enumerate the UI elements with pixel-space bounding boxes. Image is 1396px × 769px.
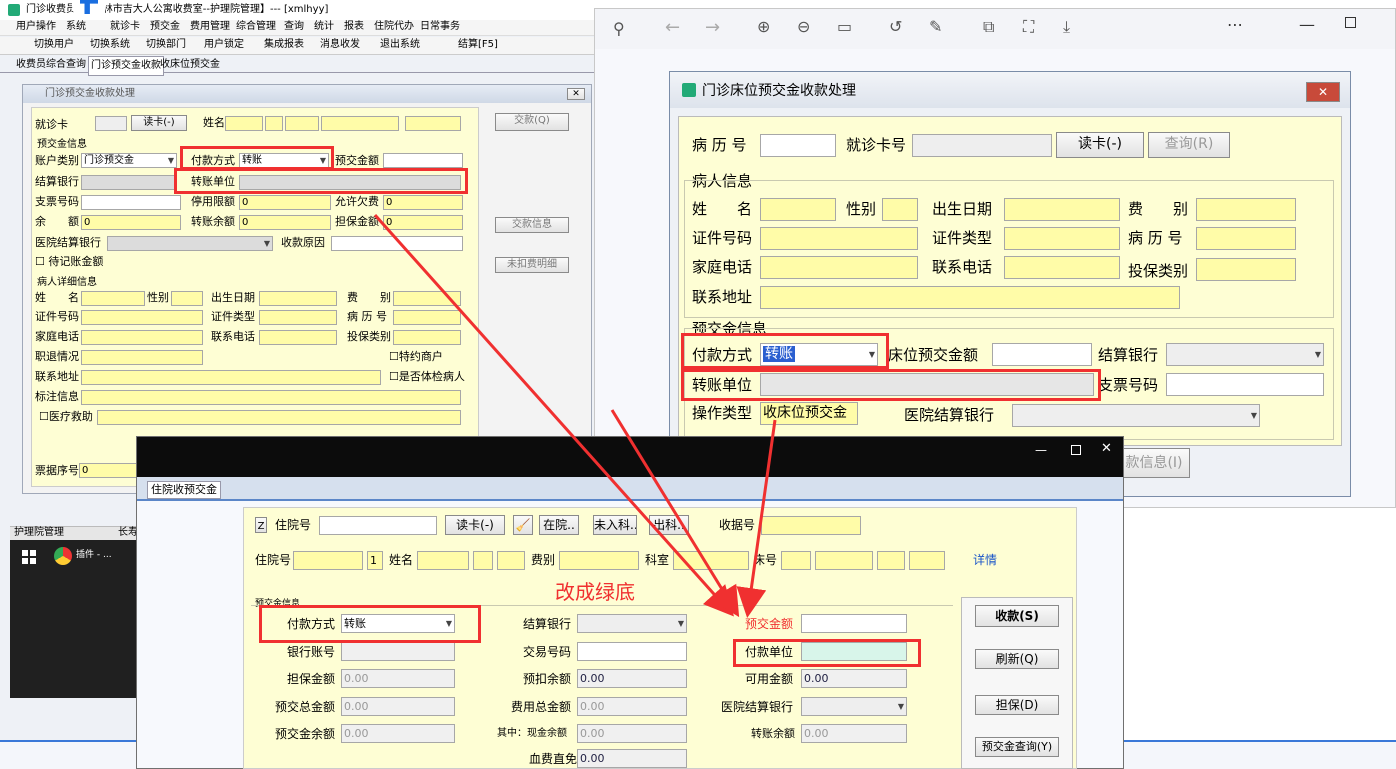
arrow-outpatient-to-payunit [373, 214, 734, 617]
arrow-viewer-to-payunit [736, 419, 777, 618]
annotation-arrows [373, 214, 777, 618]
arrow-viewer-to-payunit-2 [610, 409, 740, 618]
